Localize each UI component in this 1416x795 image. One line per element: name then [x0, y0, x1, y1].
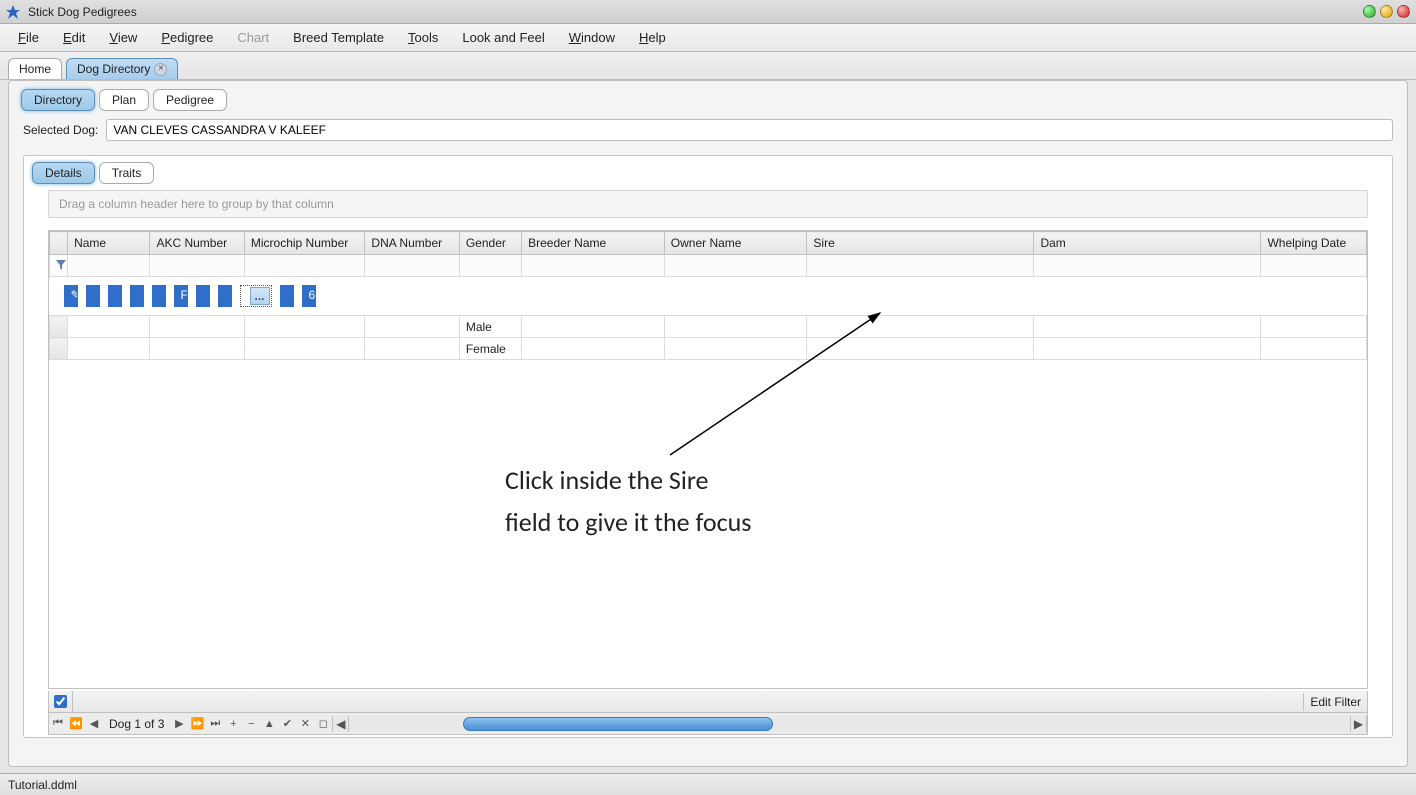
edit-filter-button[interactable]: Edit Filter	[1303, 693, 1367, 711]
scroll-thumb[interactable]	[463, 717, 773, 731]
group-panel[interactable]: Drag a column header here to group by th…	[48, 190, 1368, 218]
col-akc-number[interactable]: AKC Number	[150, 232, 244, 255]
cell-whelping[interactable]: 6/4/2000	[302, 285, 316, 307]
close-button[interactable]	[1397, 5, 1410, 18]
cell-dam[interactable]	[280, 285, 294, 307]
window-controls	[1363, 5, 1410, 18]
nav-record-text: Dog 1 of 3	[103, 717, 170, 731]
scroll-right-icon[interactable]: ▶	[1350, 716, 1366, 732]
filter-row[interactable]	[50, 255, 1367, 277]
nav-first-icon[interactable]: ⏮	[49, 715, 67, 733]
filter-icon[interactable]	[50, 255, 68, 277]
selected-dog-label: Selected Dog:	[23, 123, 98, 137]
col-dna-number[interactable]: DNA Number	[365, 232, 459, 255]
cell-breeder[interactable]	[196, 285, 210, 307]
grid-footer: Edit Filter	[48, 691, 1368, 713]
col-sire[interactable]: Sire	[807, 232, 1034, 255]
nav-delete-icon[interactable]: −	[242, 715, 260, 733]
tab-home[interactable]: Home	[8, 58, 62, 79]
annotation-arrow-icon	[660, 305, 890, 465]
menu-help[interactable]: Help	[629, 26, 676, 49]
menu-look-and-feel[interactable]: Look and Feel	[452, 26, 554, 49]
nav-refresh-icon[interactable]: ◻	[314, 715, 332, 733]
col-breeder-name[interactable]: Breeder Name	[522, 232, 665, 255]
cell-gender[interactable]: Female	[459, 338, 521, 360]
nav-post-icon[interactable]: ✔	[278, 715, 296, 733]
nav-next-icon[interactable]: ▶	[170, 715, 188, 733]
nav-last-icon[interactable]: ⏭	[206, 715, 224, 733]
nav-prev-icon[interactable]: ◀	[85, 715, 103, 733]
column-header-row: Name AKC Number Microchip Number DNA Num…	[50, 232, 1367, 255]
nav-edit-icon[interactable]: ▲	[260, 715, 278, 733]
row-indicator-header	[50, 232, 68, 255]
col-name[interactable]: Name	[68, 232, 150, 255]
detail-tab-details[interactable]: Details	[32, 162, 95, 184]
annotation-line2: field to give it the focus	[505, 502, 751, 544]
menu-tools[interactable]: Tools	[398, 26, 448, 49]
maximize-button[interactable]	[1380, 5, 1393, 18]
menu-bar: File Edit View Pedigree Chart Breed Temp…	[0, 24, 1416, 52]
menu-pedigree[interactable]: Pedigree	[151, 26, 223, 49]
scroll-left-icon[interactable]: ◀	[333, 716, 349, 732]
title-bar: Stick Dog Pedigrees	[0, 0, 1416, 24]
horizontal-scrollbar[interactable]: ◀ ▶	[332, 716, 1367, 732]
cell-dna[interactable]	[152, 285, 166, 307]
cell-gender[interactable]: Female	[174, 285, 188, 307]
nav-prev-page-icon[interactable]: ⏪	[67, 715, 85, 733]
cell-gender[interactable]: Male	[459, 316, 521, 338]
cell-name[interactable]	[86, 285, 100, 307]
data-navigator: ⏮ ⏪ ◀ Dog 1 of 3 ▶ ⏩ ⏭ + − ▲ ✔ ✕ ◻ ◀ ▶	[48, 713, 1368, 735]
selected-dog-field[interactable]	[106, 119, 1393, 141]
col-whelping-date[interactable]: Whelping Date	[1261, 232, 1367, 255]
selected-dog-row: Selected Dog:	[9, 111, 1407, 149]
status-bar: Tutorial.ddml	[0, 773, 1416, 795]
menu-chart: Chart	[227, 26, 279, 49]
subtab-plan[interactable]: Plan	[99, 89, 149, 111]
app-icon	[6, 4, 22, 20]
view-tabs: Directory Plan Pedigree	[9, 81, 1407, 111]
row-indicator	[50, 316, 68, 338]
nav-cancel-icon[interactable]: ✕	[296, 715, 314, 733]
col-dam[interactable]: Dam	[1034, 232, 1261, 255]
subtab-directory[interactable]: Directory	[21, 89, 95, 111]
menu-view[interactable]: View	[99, 26, 147, 49]
window-title: Stick Dog Pedigrees	[28, 5, 1363, 19]
col-gender[interactable]: Gender	[459, 232, 521, 255]
cell-owner[interactable]	[218, 285, 232, 307]
document-tab-strip: Home Dog Directory ×	[0, 52, 1416, 80]
cell-sire-editing[interactable]: ...	[240, 285, 272, 307]
menu-file[interactable]: File	[8, 26, 49, 49]
sire-lookup-button[interactable]: ...	[250, 287, 270, 305]
cell-akc[interactable]	[108, 285, 122, 307]
nav-add-icon[interactable]: +	[224, 715, 242, 733]
menu-window[interactable]: Window	[559, 26, 625, 49]
col-owner-name[interactable]: Owner Name	[664, 232, 807, 255]
annotation-line1: Click inside the Sire	[505, 460, 751, 502]
status-text: Tutorial.ddml	[8, 778, 77, 792]
detail-tab-traits[interactable]: Traits	[99, 162, 155, 184]
detail-tabs: Details Traits	[24, 156, 1392, 184]
close-tab-icon[interactable]: ×	[154, 63, 167, 76]
tab-dog-directory[interactable]: Dog Directory ×	[66, 58, 178, 79]
nav-next-page-icon[interactable]: ⏩	[188, 715, 206, 733]
row-indicator	[50, 338, 68, 360]
table-row[interactable]: ✎ Female ... 6/4/2000	[50, 277, 78, 315]
edit-indicator-icon: ✎	[64, 285, 78, 307]
menu-edit[interactable]: Edit	[53, 26, 95, 49]
filter-enabled-checkbox[interactable]	[49, 691, 73, 712]
minimize-button[interactable]	[1363, 5, 1376, 18]
menu-breed-template[interactable]: Breed Template	[283, 26, 394, 49]
col-microchip-number[interactable]: Microchip Number	[244, 232, 365, 255]
subtab-pedigree[interactable]: Pedigree	[153, 89, 227, 111]
cell-microchip[interactable]	[130, 285, 144, 307]
annotation-text: Click inside the Sire field to give it t…	[505, 460, 751, 543]
